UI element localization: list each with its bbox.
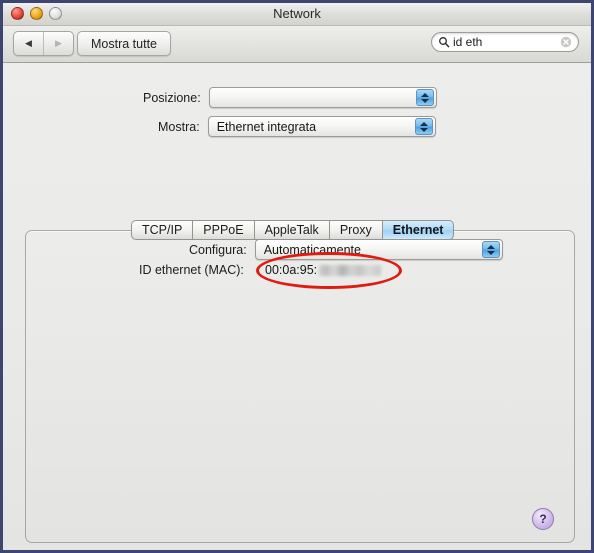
popup-arrows-icon bbox=[481, 241, 500, 258]
mac-address-label: ID ethernet (MAC): bbox=[139, 263, 244, 277]
configure-label: Configura: bbox=[189, 242, 247, 257]
configure-row: Configura: Automaticamente bbox=[189, 239, 503, 260]
show-all-button[interactable]: Mostra tutte bbox=[77, 31, 171, 56]
help-icon[interactable]: ? bbox=[532, 508, 554, 530]
network-preferences-window: Network ◀ ▶ Mostra tutte id eth Posizion… bbox=[0, 0, 594, 553]
forward-button[interactable]: ▶ bbox=[43, 32, 73, 55]
tab-proxy[interactable]: Proxy bbox=[328, 220, 382, 240]
tab-appletalk[interactable]: AppleTalk bbox=[253, 220, 329, 240]
navigation-segmented-control: ◀ ▶ bbox=[13, 31, 74, 56]
show-value: Ethernet integrata bbox=[216, 119, 317, 134]
mac-address-text: 00:0a:95: bbox=[265, 263, 318, 277]
search-field[interactable]: id eth bbox=[431, 32, 579, 52]
back-button[interactable]: ◀ bbox=[14, 32, 43, 55]
show-label: Mostra: bbox=[158, 119, 200, 134]
location-row: Posizione: bbox=[143, 87, 437, 108]
tab-ethernet[interactable]: Ethernet bbox=[381, 220, 455, 240]
show-row: Mostra: Ethernet integrata bbox=[158, 116, 436, 137]
tab-pppoe[interactable]: PPPoE bbox=[192, 220, 254, 240]
toolbar: ◀ ▶ Mostra tutte id eth bbox=[3, 26, 591, 63]
configure-value: Automaticamente bbox=[263, 242, 361, 257]
show-popup-button[interactable]: Ethernet integrata bbox=[207, 116, 436, 137]
tab-bar: TCP/IP PPPoE AppleTalk Proxy Ethernet bbox=[131, 220, 455, 240]
search-icon bbox=[439, 37, 450, 48]
popup-arrows-icon bbox=[415, 89, 434, 106]
mac-address-redacted-block bbox=[319, 264, 382, 276]
mac-address-value: 00:0a:95: bbox=[265, 263, 382, 277]
location-popup-button[interactable] bbox=[208, 87, 437, 108]
search-input[interactable]: id eth bbox=[453, 35, 560, 49]
title-bar: Network bbox=[3, 3, 591, 26]
popup-arrows-icon bbox=[414, 118, 433, 135]
preferences-content: Posizione: Mostra: Ethernet integrata TC… bbox=[3, 63, 591, 550]
configure-popup-button[interactable]: Automaticamente bbox=[254, 239, 503, 260]
window-title: Network bbox=[273, 6, 321, 21]
tab-tcp-ip[interactable]: TCP/IP bbox=[131, 220, 193, 240]
clear-icon[interactable] bbox=[560, 36, 572, 48]
location-label: Posizione: bbox=[143, 90, 201, 105]
